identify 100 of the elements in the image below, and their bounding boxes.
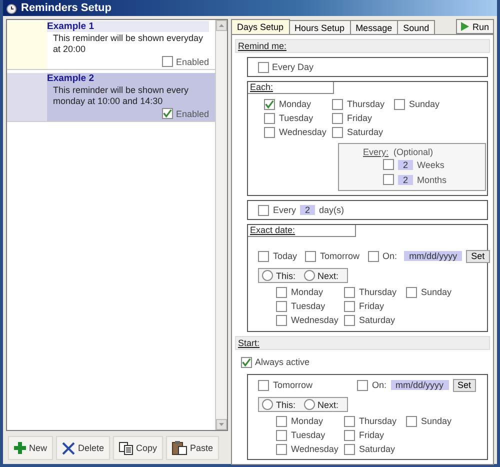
- date-field[interactable]: mm/dd/yyyy: [390, 380, 449, 390]
- checkbox-label: Friday: [347, 113, 372, 123]
- group-heading: Exact date:: [248, 225, 356, 237]
- radio-button[interactable]: [262, 399, 273, 410]
- checkbox-label: Saturday: [359, 444, 396, 454]
- checkbox[interactable]: [344, 300, 355, 312]
- checkbox[interactable]: [368, 250, 379, 262]
- checkbox[interactable]: [305, 250, 316, 262]
- radio-label: This:: [276, 400, 296, 410]
- checkbox[interactable]: [383, 174, 394, 185]
- checkbox-label: Today: [273, 251, 298, 261]
- checkbox[interactable]: [264, 98, 275, 110]
- set-button[interactable]: Set: [452, 378, 476, 392]
- checkbox-label: Tomorrow: [273, 380, 314, 390]
- number-field[interactable]: 2: [300, 205, 316, 215]
- checkbox-label: On:: [372, 380, 387, 390]
- checkbox[interactable]: [162, 56, 173, 67]
- scroll-down-icon[interactable]: [219, 423, 224, 426]
- toolbar-button[interactable]: Paste: [166, 436, 220, 460]
- toolbar-button[interactable]: Delete: [56, 436, 110, 460]
- checkbox[interactable]: [264, 126, 275, 138]
- checkbox[interactable]: [276, 430, 287, 440]
- toolbar-button[interactable]: New: [8, 436, 54, 460]
- checkbox-label: On:: [382, 251, 398, 261]
- run-button[interactable]: Run: [456, 19, 494, 34]
- reminder-text: This reminder will be shown every monday at 10:00 and 14:30: [52, 85, 190, 107]
- checkbox-label: Enabled: [176, 56, 209, 66]
- checkbox[interactable]: [258, 204, 269, 216]
- checkbox-label: Saturday: [347, 127, 384, 137]
- checkbox[interactable]: [332, 98, 343, 110]
- checkbox-label: Wednesday: [279, 127, 326, 137]
- checkbox[interactable]: [241, 356, 252, 368]
- date-field[interactable]: mm/dd/yyyy: [404, 251, 462, 261]
- checkbox-label: Every Day: [272, 62, 314, 72]
- checkbox[interactable]: [406, 286, 417, 298]
- checkbox[interactable]: [332, 112, 343, 124]
- number-field[interactable]: 2: [398, 160, 414, 170]
- checkbox[interactable]: [344, 416, 355, 426]
- checkbox[interactable]: [344, 444, 355, 454]
- checkbox[interactable]: [276, 286, 287, 298]
- checkbox-label: Weeks: [417, 160, 444, 170]
- group-heading: Each:: [248, 82, 334, 94]
- scroll-up-icon[interactable]: [219, 24, 224, 27]
- alarm-clock-icon: [6, 2, 17, 14]
- checkbox-label: Tuesday: [291, 301, 326, 311]
- plus-icon: [14, 442, 26, 454]
- checkbox[interactable]: [344, 286, 355, 298]
- checkbox-label: Wednesday: [291, 315, 338, 325]
- checkbox[interactable]: [276, 416, 287, 426]
- radio-button[interactable]: [304, 270, 315, 281]
- checkbox-label: Thursday: [359, 287, 397, 297]
- radio-button[interactable]: [262, 270, 273, 281]
- checkbox-label: Every: [273, 205, 296, 215]
- checkbox-label: Thursday: [359, 416, 397, 426]
- checkbox-label: Tomorrow: [320, 251, 360, 261]
- checkbox[interactable]: [344, 314, 355, 326]
- checkbox[interactable]: [394, 98, 405, 110]
- checkbox[interactable]: [344, 430, 355, 440]
- checkbox[interactable]: [276, 314, 287, 326]
- checkbox[interactable]: [406, 416, 417, 426]
- copy-icon: [119, 442, 134, 454]
- radio-label: Next:: [318, 400, 339, 410]
- radio-button[interactable]: [304, 399, 315, 410]
- tab[interactable]: Sound: [397, 20, 436, 34]
- section-heading: Start:: [235, 336, 490, 350]
- scrollbar[interactable]: [215, 20, 227, 430]
- section-heading: Remind me:: [235, 39, 490, 53]
- checkbox[interactable]: [383, 159, 394, 170]
- checkbox[interactable]: [258, 62, 269, 72]
- reminder-title: Example 2: [47, 73, 95, 84]
- checkbox[interactable]: [258, 250, 269, 262]
- checkbox[interactable]: [357, 380, 368, 390]
- checkbox-label: Saturday: [359, 315, 396, 325]
- checkbox-label: Sunday: [421, 287, 452, 297]
- checkbox-label: Sunday: [409, 99, 440, 109]
- close-icon: [62, 442, 76, 454]
- reminder-title: Example 1: [47, 21, 209, 32]
- tab[interactable]: Message: [350, 20, 398, 34]
- unit-label: day(s): [319, 205, 344, 215]
- toolbar-button[interactable]: Copy: [113, 436, 164, 460]
- checkbox[interactable]: [258, 380, 269, 390]
- group-heading: Every:: [363, 147, 389, 157]
- checkbox-label: Monday: [279, 99, 312, 109]
- checkbox[interactable]: [276, 444, 287, 454]
- checkbox-label: Tuesday: [279, 113, 314, 123]
- checkbox[interactable]: [332, 126, 343, 138]
- checkbox-label: Always active: [255, 357, 310, 367]
- hint-text: (Optional): [394, 147, 434, 157]
- checkbox-label: Thursday: [347, 99, 385, 109]
- paste-icon: [172, 441, 188, 455]
- checkbox[interactable]: [162, 108, 173, 119]
- checkbox-label: Friday: [359, 430, 384, 440]
- tab[interactable]: Days Setup: [231, 19, 290, 34]
- number-field[interactable]: 2: [398, 174, 414, 184]
- checkbox-label: Tuesday: [291, 430, 326, 440]
- tab[interactable]: Hours Setup: [288, 20, 351, 34]
- checkbox[interactable]: [264, 112, 275, 124]
- set-button[interactable]: Set: [466, 250, 490, 262]
- checkbox-label: Enabled: [176, 108, 209, 118]
- checkbox[interactable]: [276, 300, 287, 312]
